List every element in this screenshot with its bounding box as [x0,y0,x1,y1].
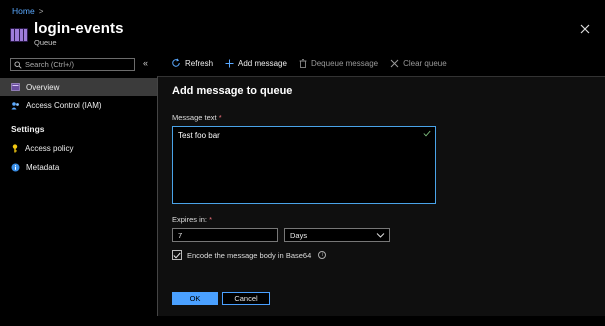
chevron-down-icon [376,233,385,238]
breadcrumb-separator: > [38,6,44,16]
encode-base64-checkbox[interactable] [172,250,182,260]
expires-in-label: Expires in: * [172,215,212,224]
info-icon [11,163,20,171]
required-marker: * [218,113,222,122]
add-message-label: Add message [238,58,287,68]
refresh-label: Refresh [185,58,214,68]
search-input[interactable]: Search (Ctrl+/) [10,58,135,71]
encode-base64-option: Encode the message body in Base64 i [172,250,327,260]
ok-button[interactable]: OK [172,292,218,305]
command-bar: Refresh Add message Dequeue message Clea… [171,58,447,68]
sidebar-item-label: Overview [26,82,60,92]
sidebar-item-access-control[interactable]: Access Control (IAM) [0,96,157,114]
overview-icon [11,83,20,91]
key-icon [12,143,18,152]
required-marker: * [209,215,213,224]
info-tooltip-icon[interactable]: i [318,251,327,259]
add-message-button[interactable]: Add message [225,59,287,68]
add-message-panel: Add message to queue Message text * Test… [157,76,605,316]
expires-unit-value: Days [290,230,308,240]
breadcrumb-home-link[interactable]: Home [12,6,35,16]
sidebar-item-access-policy[interactable]: Access policy [0,139,157,157]
close-icon[interactable] [579,23,591,35]
dequeue-message-label: Dequeue message [310,58,379,68]
refresh-icon [172,58,180,67]
queue-icon [10,28,28,42]
sidebar: Search (Ctrl+/) « Overview Access Contro… [0,54,157,326]
page-header: login-events Queue [10,20,124,47]
sidebar-item-metadata[interactable]: Metadata [0,158,157,176]
sidebar-item-label: Access policy [25,143,74,153]
page-subtitle: Queue [34,38,57,47]
expires-unit-select[interactable]: Days [284,228,390,242]
message-text-value: Test foo bar [178,131,220,140]
refresh-button[interactable]: Refresh [171,58,213,68]
sidebar-item-overview[interactable]: Overview [0,78,157,96]
search-icon [14,60,22,69]
plus-icon [225,59,234,67]
expires-in-label-text: Expires in: [172,215,208,224]
dequeue-message-button[interactable]: Dequeue message [299,59,378,68]
expires-in-value-field[interactable]: 7 [172,228,278,242]
trash-icon [299,58,307,68]
page-title: login-events [34,20,124,37]
clear-queue-label: Clear queue [403,58,447,68]
message-text-label: Message text * [172,113,222,122]
encode-base64-label: Encode the message body in Base64 [187,250,312,260]
panel-title: Add message to queue [172,85,293,97]
sidebar-item-label: Metadata [26,162,60,172]
clear-icon [390,59,399,67]
expires-in-value: 7 [178,230,183,240]
message-text-field[interactable]: Test foo bar [172,126,436,204]
clear-queue-button[interactable]: Clear queue [390,59,447,68]
breadcrumb: Home > [12,6,43,16]
cancel-button[interactable]: Cancel [222,292,270,305]
iam-icon [11,101,19,109]
valid-check-icon [423,130,431,137]
message-text-label-text: Message text [172,113,217,122]
settings-section-label: Settings [11,124,45,134]
search-placeholder: Search (Ctrl+/) [25,60,74,69]
collapse-sidebar-button[interactable]: « [143,58,148,68]
sidebar-item-label: Access Control (IAM) [26,100,102,110]
checkmark-icon [173,252,181,259]
